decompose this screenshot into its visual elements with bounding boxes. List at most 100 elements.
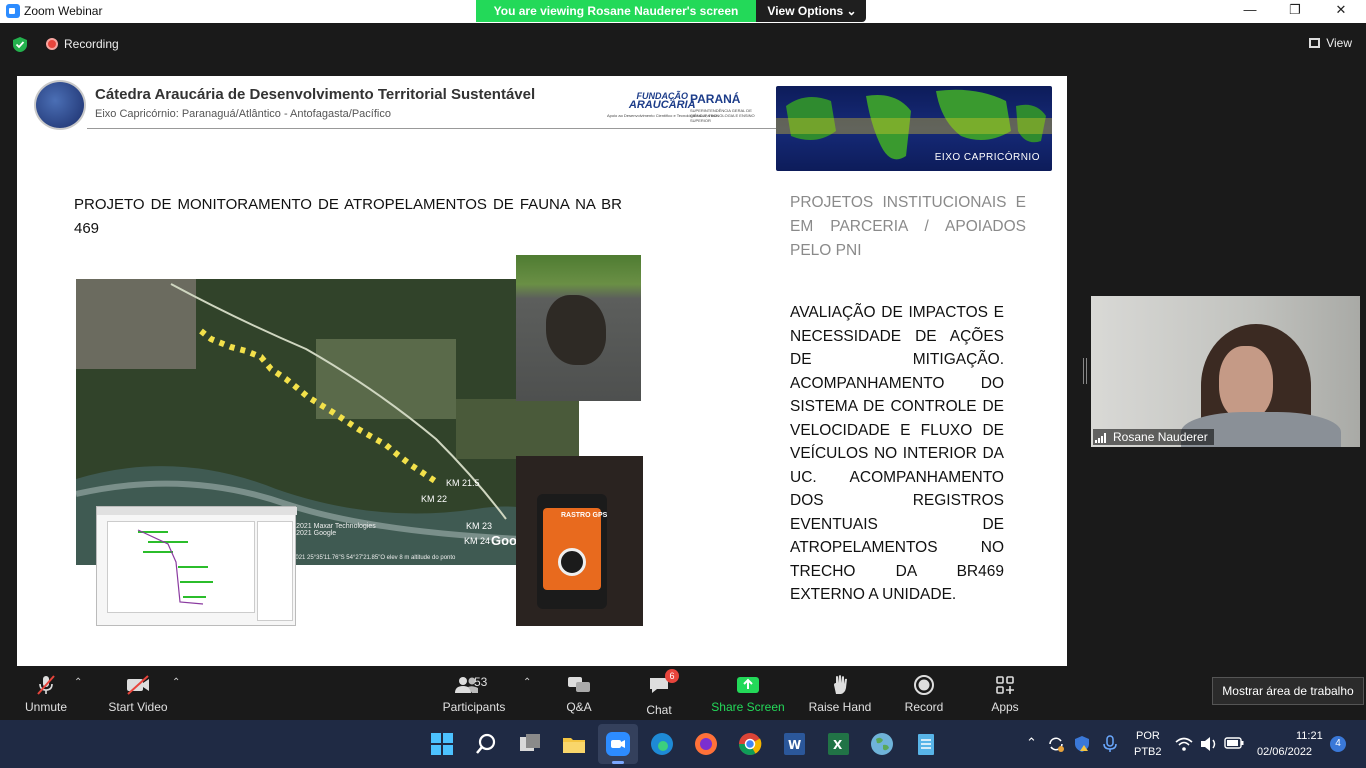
clock-date[interactable]: 02/06/2022 [1257, 746, 1312, 758]
km-label: KM 23 [466, 521, 493, 531]
slide-subtitle: Eixo Capricórnio: Paranaguá/Atlântico - … [95, 108, 391, 120]
eixo-capricornio-map: EIXO CAPRICÓRNIO [776, 86, 1052, 171]
close-button[interactable]: ✕ [1321, 2, 1361, 20]
qa-icon [568, 677, 590, 692]
unmute-button[interactable]: Unmute [20, 667, 72, 720]
keyboard-layout[interactable]: PTB2 [1134, 746, 1162, 758]
share-screen-label: Share Screen [711, 700, 785, 714]
signal-bars-icon [1095, 433, 1106, 443]
screen-share-banner: You are viewing Rosane Nauderer's screen… [476, 0, 866, 22]
battery-icon[interactable] [1224, 736, 1244, 750]
participants-button[interactable]: 53 Participants [440, 667, 508, 720]
parana-tagline: SUPERINTENDÊNCIA GERAL DE CIÊNCIA, TECNO… [690, 108, 755, 123]
qa-label: Q&A [566, 700, 592, 714]
participant-video-tile[interactable]: Rosane Nauderer [1091, 296, 1360, 447]
km-label: KM 21.5 [446, 478, 480, 488]
gps-device-photo: RASTRO GPS [516, 456, 643, 626]
task-view-icon[interactable] [516, 730, 544, 758]
apps-label: Apps [991, 700, 1019, 714]
tray-expand-chevron-icon[interactable]: ⌃ [1026, 735, 1037, 751]
panel-resize-handle[interactable] [1083, 358, 1087, 384]
parana-logo: PARANÁ SUPERINTENDÊNCIA GERAL DE CIÊNCIA… [690, 92, 758, 123]
record-button[interactable]: Record [900, 667, 948, 720]
svg-text:W: W [788, 738, 801, 752]
start-video-button[interactable]: Start Video [105, 667, 171, 720]
window-title: Zoom Webinar [24, 4, 103, 18]
qa-button[interactable]: Q&A [560, 667, 598, 720]
raise-hand-button[interactable]: Raise Hand [808, 667, 872, 720]
sync-icon[interactable] [1046, 734, 1066, 754]
participants-options-caret[interactable]: ⌃ [523, 677, 531, 688]
participants-label: Participants [442, 700, 506, 714]
record-icon [914, 675, 934, 695]
edge-icon[interactable] [648, 730, 676, 758]
apps-icon [996, 676, 1014, 694]
header-divider [87, 128, 777, 129]
audio-options-caret[interactable]: ⌃ [74, 677, 82, 688]
excel-icon[interactable]: X [824, 730, 852, 758]
chat-label: Chat [646, 703, 672, 717]
windows-taskbar: W X ⌃ POR PTB2 11:21 02/06/2022 4 [0, 720, 1366, 768]
zoom-icon [606, 732, 630, 756]
minimize-button[interactable]: — [1230, 2, 1270, 20]
recording-dot-icon [46, 38, 58, 50]
slide-title: Cátedra Araucária de Desenvolvimento Ter… [95, 86, 536, 103]
view-options-button[interactable]: View Options ⌄ [762, 0, 862, 22]
participants-count: 53 [474, 675, 488, 689]
catedra-logo [34, 80, 86, 130]
grid-view-icon [1309, 38, 1321, 48]
gps-brand: RASTRO GPS [561, 512, 608, 519]
share-screen-button[interactable]: Share Screen [710, 667, 786, 720]
participant-face [1219, 346, 1273, 420]
windows-start-icon[interactable] [428, 730, 456, 758]
svg-text:X: X [833, 738, 843, 752]
show-desktop-tooltip: Mostrar área de trabalho [1212, 677, 1364, 705]
raise-hand-label: Raise Hand [808, 700, 872, 714]
maps-globe-icon[interactable] [868, 730, 896, 758]
volume-icon[interactable] [1199, 735, 1219, 753]
video-off-icon [127, 675, 149, 695]
apps-button[interactable]: Apps [984, 667, 1026, 720]
recording-label: Recording [64, 37, 119, 51]
maximize-button[interactable]: ❐ [1275, 2, 1315, 20]
participant-name: Rosane Nauderer [1093, 429, 1214, 445]
shared-slide: Cátedra Araucária de Desenvolvimento Ter… [17, 76, 1067, 666]
clock-time[interactable]: 11:21 [1296, 730, 1323, 742]
araucaria-text: ARAUCÁRIA [628, 99, 696, 111]
firefox-icon[interactable] [692, 730, 720, 758]
gps-dial-icon [558, 548, 586, 576]
google-watermark: Goo [491, 533, 517, 548]
km-label: KM 24 [464, 536, 491, 546]
view-label: View [1326, 36, 1352, 50]
software-side-panel [257, 521, 293, 621]
raise-hand-icon [834, 675, 847, 694]
input-language[interactable]: POR [1136, 730, 1160, 742]
search-icon[interactable] [472, 730, 500, 758]
notification-badge[interactable]: 4 [1330, 736, 1346, 752]
start-video-label: Start Video [108, 700, 168, 714]
chat-button[interactable]: 6 Chat [640, 667, 679, 720]
file-explorer-icon[interactable] [560, 730, 588, 758]
notepad-icon[interactable] [912, 730, 940, 758]
view-button[interactable]: View [1309, 36, 1352, 50]
viewing-screen-label: You are viewing Rosane Nauderer's screen [476, 0, 756, 22]
video-options-caret[interactable]: ⌃ [172, 677, 180, 688]
word-icon[interactable]: W [780, 730, 808, 758]
monkey-figure [546, 295, 606, 365]
capricorn-band [776, 118, 1052, 134]
speed-plot [107, 521, 255, 613]
defender-shield-icon[interactable] [1072, 734, 1092, 754]
share-screen-icon [737, 677, 759, 693]
meeting-top-bar: Recording View [0, 23, 1366, 67]
chrome-icon[interactable] [736, 730, 764, 758]
microphone-tray-icon[interactable] [1100, 734, 1120, 754]
km-label: KM 22 [421, 494, 448, 504]
security-shield-icon[interactable] [12, 36, 28, 53]
evaluation-text: AVALIAÇÃO DE IMPACTOS E NECESSIDADE DE A… [790, 304, 1004, 603]
record-label: Record [904, 700, 944, 714]
wifi-icon[interactable] [1175, 735, 1193, 753]
zoom-taskbar-active[interactable] [598, 724, 638, 764]
parana-text: PARANÁ [690, 92, 741, 106]
project-title: PROJETO DE MONITORAMENTO DE ATROPELAMENT… [74, 196, 622, 237]
eixo-label: EIXO CAPRICÓRNIO [934, 152, 1040, 163]
